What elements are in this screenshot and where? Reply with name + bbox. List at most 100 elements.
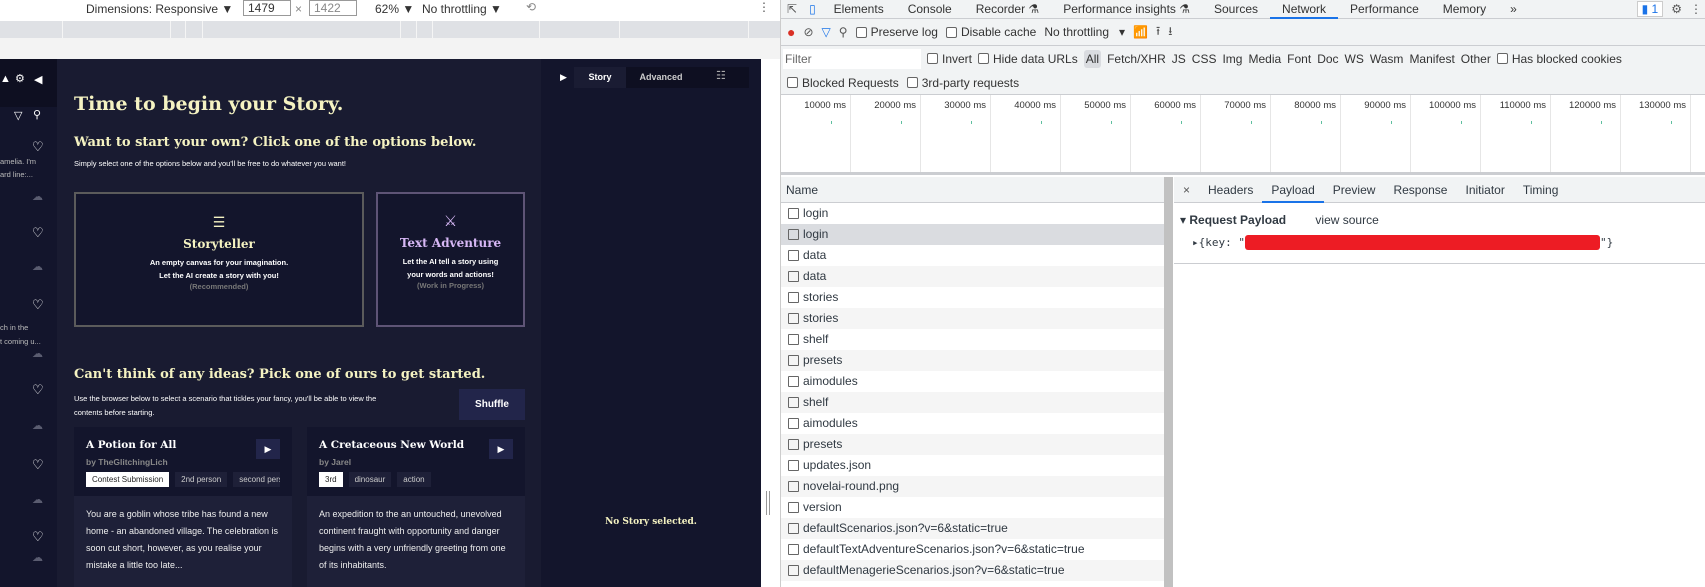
- import-har-icon[interactable]: ⭱: [1156, 22, 1160, 43]
- gear-icon[interactable]: ⚙: [15, 72, 25, 85]
- type-filter[interactable]: Fetch/XHR: [1107, 52, 1166, 66]
- request-row[interactable]: login: [781, 224, 1164, 245]
- more-tabs-icon[interactable]: »: [1498, 0, 1529, 19]
- request-row[interactable]: aimodules: [781, 371, 1164, 392]
- preserve-log-checkbox[interactable]: Preserve log: [855, 25, 938, 39]
- user-icon[interactable]: ▲: [0, 73, 11, 85]
- expand-icon[interactable]: ▶: [560, 72, 567, 83]
- tab-network[interactable]: Network: [1270, 0, 1339, 19]
- type-filter[interactable]: Other: [1461, 52, 1491, 66]
- shuffle-button[interactable]: Shuffle: [459, 389, 525, 420]
- more-icon[interactable]: ⋮: [758, 0, 770, 14]
- zoom-select[interactable]: 62% ▼: [375, 2, 414, 16]
- record-icon[interactable]: ●: [787, 24, 795, 40]
- export-har-icon[interactable]: ⭳: [1168, 22, 1172, 43]
- tab-recorder[interactable]: Recorder ⚗: [964, 0, 1051, 19]
- favorite-heart-icon[interactable]: ♡: [32, 139, 44, 155]
- scenario-tag[interactable]: 2nd person: [175, 472, 228, 487]
- filter-input[interactable]: Filter: [783, 48, 921, 69]
- storyteller-option[interactable]: ☰ Storyteller An empty canvas for your i…: [74, 192, 364, 327]
- expand-triangle-icon[interactable]: ▾: [1180, 213, 1186, 227]
- invert-checkbox[interactable]: Invert: [927, 52, 972, 66]
- expand-triangle-icon[interactable]: ▸: [1192, 236, 1199, 249]
- request-row[interactable]: data: [781, 266, 1164, 287]
- more-options-icon[interactable]: ⋮: [1690, 2, 1705, 16]
- height-input[interactable]: 1422: [309, 0, 357, 16]
- type-filter[interactable]: WS: [1345, 52, 1364, 66]
- favorite-heart-icon[interactable]: ♡: [32, 225, 44, 241]
- tab-memory[interactable]: Memory: [1431, 0, 1498, 19]
- tab-timing[interactable]: Timing: [1514, 177, 1568, 203]
- request-row[interactable]: defaultScenarios.json?v=6&static=true: [781, 518, 1164, 539]
- type-filter[interactable]: JS: [1172, 52, 1186, 66]
- favorite-heart-icon[interactable]: ♡: [32, 297, 44, 313]
- type-filter[interactable]: CSS: [1192, 52, 1217, 66]
- favorite-heart-icon[interactable]: ♡: [32, 382, 44, 398]
- tab-preview[interactable]: Preview: [1324, 177, 1385, 203]
- request-list-scrollbar[interactable]: [1164, 177, 1173, 587]
- width-input[interactable]: 1479: [243, 0, 291, 16]
- collapse-icon[interactable]: ◀: [34, 73, 42, 86]
- scenario-tag[interactable]: action: [397, 472, 431, 487]
- type-filter[interactable]: Media: [1248, 52, 1281, 66]
- close-icon[interactable]: ×: [1174, 177, 1199, 203]
- tab-elements[interactable]: Elements: [822, 0, 896, 19]
- blocked-requests-checkbox[interactable]: Blocked Requests: [787, 76, 899, 90]
- favorite-heart-icon[interactable]: ♡: [32, 529, 44, 545]
- scenario-tag[interactable]: second person: [233, 472, 280, 487]
- request-row[interactable]: defaultMenagerieScenarios.json?v=6&stati…: [781, 560, 1164, 581]
- request-row[interactable]: presets: [781, 434, 1164, 455]
- search-icon[interactable]: ⚲: [33, 108, 41, 121]
- request-row[interactable]: shelf: [781, 329, 1164, 350]
- tab-story[interactable]: Story: [574, 67, 626, 88]
- type-filter-all[interactable]: All: [1083, 49, 1102, 68]
- tab-headers[interactable]: Headers: [1199, 177, 1262, 203]
- request-row[interactable]: presets: [781, 350, 1164, 371]
- tab-console[interactable]: Console: [896, 0, 964, 19]
- name-column-header[interactable]: Name: [781, 177, 1164, 203]
- sliders-icon[interactable]: ☷: [716, 69, 726, 82]
- scenario-card[interactable]: A Potion for All by TheGlitchingLich Con…: [74, 427, 292, 587]
- view-source-link[interactable]: view source: [1315, 213, 1378, 227]
- request-row[interactable]: shelf: [781, 392, 1164, 413]
- play-button[interactable]: ▶: [256, 439, 280, 459]
- type-filter[interactable]: Img: [1222, 52, 1242, 66]
- filter-icon[interactable]: ▽: [14, 109, 22, 122]
- tab-initiator[interactable]: Initiator: [1456, 177, 1513, 203]
- type-filter[interactable]: Font: [1287, 52, 1311, 66]
- request-row[interactable]: stories: [781, 308, 1164, 329]
- scenario-card[interactable]: A Cretaceous New World by Jarel 3rd dino…: [307, 427, 525, 587]
- disable-cache-checkbox[interactable]: Disable cache: [945, 25, 1036, 39]
- filter-icon[interactable]: ▽: [822, 25, 831, 39]
- scenario-tag[interactable]: Contest Submission: [86, 472, 170, 487]
- request-row[interactable]: aimodules: [781, 413, 1164, 434]
- clear-icon[interactable]: ⊘: [803, 25, 813, 39]
- request-row[interactable]: stories: [781, 287, 1164, 308]
- tab-advanced[interactable]: Advanced: [626, 67, 696, 88]
- tab-response[interactable]: Response: [1384, 177, 1456, 203]
- throttling-select[interactable]: No throttling ▼: [422, 2, 502, 16]
- resize-handle[interactable]: [766, 491, 770, 515]
- request-row[interactable]: data: [781, 245, 1164, 266]
- has-blocked-cookies-checkbox[interactable]: Has blocked cookies: [1496, 52, 1622, 66]
- dimensions-select[interactable]: Dimensions: Responsive ▼: [86, 2, 233, 16]
- scenario-tag[interactable]: 3rd: [319, 472, 343, 487]
- tab-payload[interactable]: Payload: [1262, 177, 1324, 203]
- issues-badge[interactable]: ▮ 1: [1636, 1, 1664, 17]
- request-row[interactable]: defaultTextAdventureScenarios.json?v=6&s…: [781, 539, 1164, 560]
- payload-tree[interactable]: ▸ {key: " "}: [1192, 235, 1613, 250]
- request-row[interactable]: version: [781, 497, 1164, 518]
- third-party-checkbox[interactable]: 3rd-party requests: [906, 76, 1019, 90]
- text-adventure-option[interactable]: ⚔ Text Adventure Let the AI tell a story…: [376, 192, 525, 327]
- inspect-icon[interactable]: ⇱: [781, 2, 803, 16]
- play-button[interactable]: ▶: [489, 439, 513, 459]
- network-conditions-icon[interactable]: 📶: [1133, 25, 1148, 39]
- type-filter[interactable]: Manifest: [1409, 52, 1454, 66]
- scenario-tag[interactable]: dinosaur: [348, 472, 392, 487]
- device-toggle-icon[interactable]: ▯: [803, 2, 822, 16]
- search-icon[interactable]: ⚲: [839, 25, 848, 39]
- hide-data-urls-checkbox[interactable]: Hide data URLs: [978, 52, 1078, 66]
- request-row[interactable]: updates.json: [781, 455, 1164, 476]
- tab-performance-insights[interactable]: Performance insights ⚗: [1051, 0, 1202, 19]
- network-overview-timeline[interactable]: 10000 ms 20000 ms 30000 ms 40000 ms 50000 ms…: [781, 95, 1705, 175]
